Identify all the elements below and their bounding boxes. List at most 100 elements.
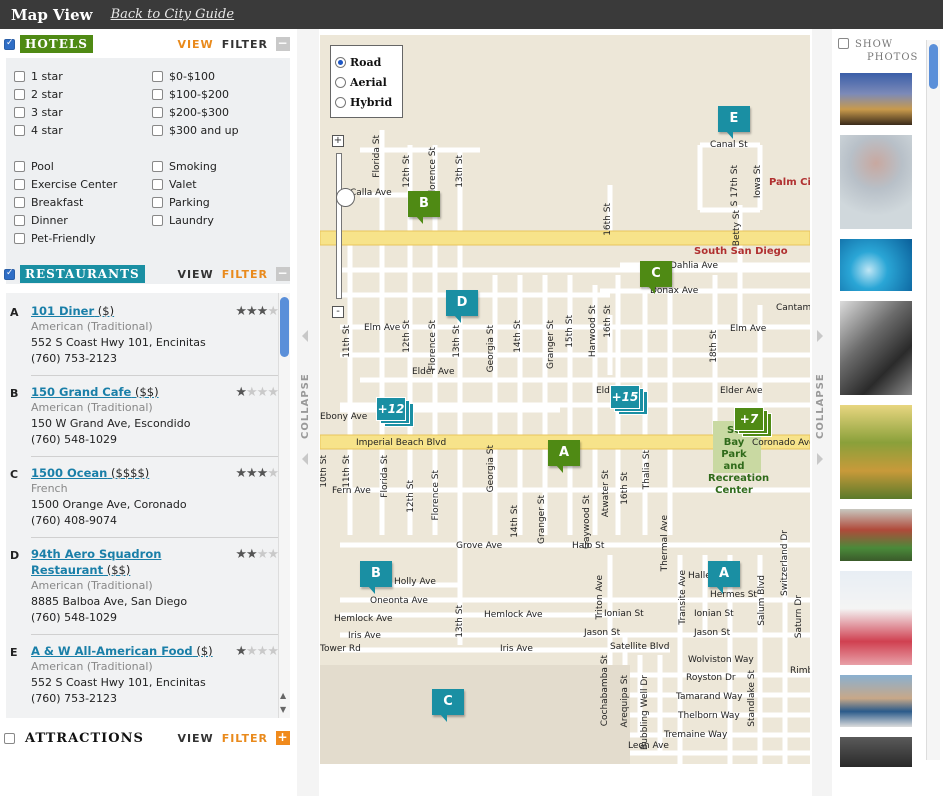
photo-thumbnail[interactable] [840,301,912,395]
hotels-collapse-toggle[interactable]: − [276,37,290,51]
name-text[interactable]: A & W All-American Food [31,644,193,658]
filter-laundry[interactable]: Laundry [152,214,214,227]
marker-cluster-7[interactable]: +7 [734,407,772,437]
hotel-marker-a[interactable]: A [548,440,580,473]
checkbox[interactable] [14,71,25,82]
restaurant-marker-d[interactable]: D [446,290,478,323]
checkbox[interactable] [152,179,163,190]
checkbox[interactable] [14,179,25,190]
photo-thumbnail[interactable] [840,73,912,125]
photo-thumbnail[interactable] [840,405,912,499]
marker-cluster-15[interactable]: +15 [610,385,648,415]
photos-scrollbar[interactable] [926,40,940,760]
scroll-down-arrow[interactable]: ▼ [280,705,286,714]
list-item[interactable]: E A & W All-American Food ($) American (… [6,644,279,716]
scrollbar-thumb[interactable] [280,297,289,357]
restaurants-collapse-toggle[interactable]: − [276,267,290,281]
name-text[interactable]: 150 Grand Cafe [31,385,131,399]
radio-button[interactable] [335,56,346,68]
filter-breakfast[interactable]: Breakfast [14,196,83,209]
restaurants-view-link[interactable]: VIEW [177,268,213,281]
checkbox[interactable] [14,197,25,208]
restaurant-name-link[interactable]: 94th Aero Squadron [31,547,161,561]
hotels-checkbox[interactable] [4,38,15,50]
radio-button[interactable] [335,96,346,108]
name-text[interactable]: 101 Diner [31,304,94,318]
filter-4-star[interactable]: 4 star [14,124,63,137]
hotels-view-link[interactable]: VIEW [177,38,213,51]
checkbox[interactable] [152,107,163,118]
checkbox[interactable] [14,89,25,100]
scroll-up-arrow[interactable]: ▲ [280,691,286,700]
checkbox[interactable] [14,233,25,244]
left-collapse-strip[interactable]: COLLAPSE [297,29,319,796]
zoom-slider-track[interactable] [336,153,355,299]
attractions-checkbox[interactable] [4,732,15,744]
map-type-road[interactable]: Road [335,52,398,72]
filter-smoking[interactable]: Smoking [152,160,217,173]
collapse-left-label[interactable]: COLLAPSE [300,359,316,439]
map-type-aerial[interactable]: Aerial [335,72,398,92]
filter-valet[interactable]: Valet [152,178,197,191]
collapse-right-arrow-icon[interactable] [817,453,823,465]
show-photos-toggle[interactable]: SHOW PHOTOS [838,38,918,64]
filter-price-100-200[interactable]: $100-$200 [152,88,229,101]
photo-thumbnail[interactable] [840,675,912,727]
checkbox[interactable] [152,215,163,226]
back-to-city-guide-link[interactable]: Back to City Guide [111,7,235,22]
collapse-left-arrow-icon[interactable] [302,330,308,342]
filter-price-200-300[interactable]: $200-$300 [152,106,229,119]
hotel-marker-b[interactable]: B [408,191,440,224]
radio-button[interactable] [335,76,346,88]
filter-dinner[interactable]: Dinner [14,214,68,227]
restaurant-name-link[interactable]: A & W All-American Food ($) [31,644,213,658]
name-text[interactable]: 1500 Ocean [31,466,107,480]
list-item[interactable]: D 94th Aero Squadron Restaurant ($$) Ame… [6,547,279,643]
restaurant-marker-e[interactable]: E [718,106,750,139]
restaurants-filter-link[interactable]: FILTER [222,268,268,281]
restaurant-marker-a[interactable]: A [708,561,740,594]
checkbox[interactable] [152,71,163,82]
restaurants-checkbox[interactable] [4,268,15,280]
hotels-filter-link[interactable]: FILTER [222,38,268,51]
filter-price-0-100[interactable]: $0-$100 [152,70,215,83]
restaurant-marker-c[interactable]: C [432,689,464,722]
map-canvas[interactable]: Florida St 12th St Florence St 13th St C… [320,35,810,764]
filter-1-star[interactable]: 1 star [14,70,63,83]
collapse-left-arrow-icon[interactable] [302,453,308,465]
filter-2-star[interactable]: 2 star [14,88,63,101]
photo-thumbnail[interactable] [840,509,912,561]
checkbox[interactable] [14,107,25,118]
photo-thumbnail[interactable] [840,737,912,767]
collapse-right-label[interactable]: COLLAPSE [815,359,831,439]
checkbox[interactable] [152,89,163,100]
show-photos-checkbox[interactable] [838,38,849,49]
name-text[interactable]: Restaurant [31,563,103,577]
photo-thumbnail[interactable] [840,239,912,291]
filter-price-300-up[interactable]: $300 and up [152,124,239,137]
filter-pet-friendly[interactable]: Pet-Friendly [14,232,96,245]
restaurant-name-link[interactable]: 1500 Ocean ($$$$) [31,466,149,480]
scrollbar-thumb[interactable] [929,44,938,89]
restaurant-name-link-line2[interactable]: Restaurant ($$) [31,563,130,577]
filter-exercise-center[interactable]: Exercise Center [14,178,117,191]
attractions-filter-link[interactable]: FILTER [222,732,268,745]
restaurant-name-link[interactable]: 150 Grand Cafe ($$) [31,385,159,399]
filter-parking[interactable]: Parking [152,196,210,209]
checkbox[interactable] [152,161,163,172]
checkbox[interactable] [152,125,163,136]
collapse-right-arrow-icon[interactable] [817,330,823,342]
checkbox[interactable] [152,197,163,208]
checkbox[interactable] [14,215,25,226]
hotel-marker-c[interactable]: C [640,261,672,294]
zoom-out-button[interactable]: - [332,306,344,318]
zoom-in-button[interactable]: + [332,135,344,147]
map-type-hybrid[interactable]: Hybrid [335,92,398,112]
filter-pool[interactable]: Pool [14,160,54,173]
zoom-slider-knob[interactable] [336,188,355,207]
restaurant-list-scrollbar[interactable]: ▲ ▼ [278,293,290,718]
marker-cluster-12[interactable]: +12 [376,397,414,427]
photo-thumbnail[interactable] [840,571,912,665]
checkbox[interactable] [14,125,25,136]
list-item[interactable]: B 150 Grand Cafe ($$) American (Traditio… [6,385,279,465]
